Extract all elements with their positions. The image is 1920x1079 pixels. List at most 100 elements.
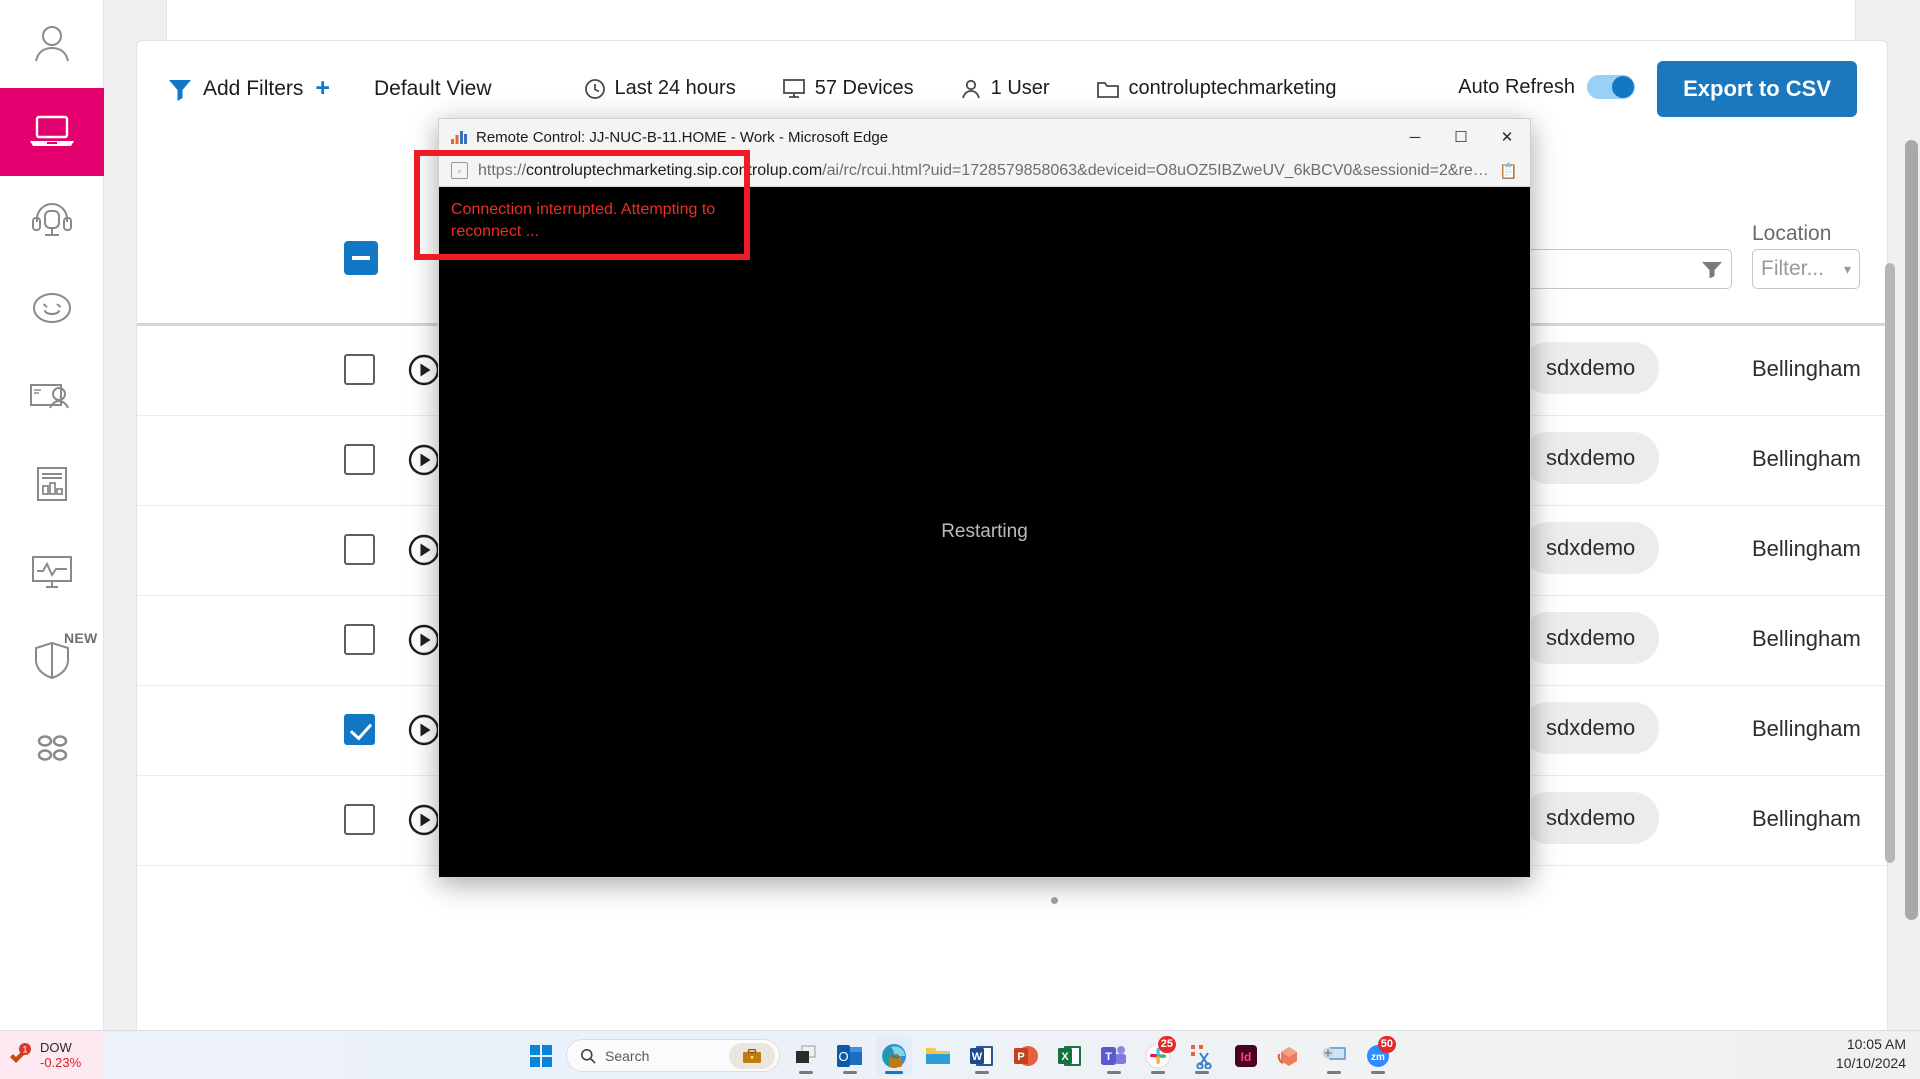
- play-icon[interactable]: [407, 803, 441, 837]
- signal-bars-icon: [451, 130, 467, 144]
- adobe-cube-glyph-icon: [1277, 1046, 1297, 1066]
- powerpoint-icon[interactable]: P: [1008, 1036, 1044, 1076]
- toolbar-chips: Last 24 hours 57 Devices 1 User controlu…: [584, 77, 1337, 100]
- task-view-icon[interactable]: [788, 1036, 824, 1076]
- adobe-icon[interactable]: [1272, 1036, 1308, 1076]
- tag-chip[interactable]: sdxdemo: [1522, 432, 1660, 484]
- remote-control-window[interactable]: Remote Control: JJ-NUC-B-11.HOME - Work …: [438, 118, 1531, 904]
- search-input[interactable]: Search: [566, 1039, 780, 1072]
- export-to-csv-button[interactable]: Export to CSV: [1657, 61, 1857, 117]
- report-icon: [36, 467, 67, 501]
- address-bar[interactable]: ▫ https://controluptechmarketing.sip.con…: [439, 155, 1530, 187]
- slack-icon[interactable]: 25: [1140, 1035, 1176, 1076]
- minimize-button[interactable]: ─: [1392, 119, 1438, 155]
- table-scrollbar[interactable]: [1885, 263, 1895, 863]
- toolbar-chip-devices[interactable]: 57 Devices: [782, 77, 914, 100]
- zoom-icon[interactable]: zm 50: [1360, 1035, 1396, 1076]
- window-title-bar[interactable]: Remote Control: JJ-NUC-B-11.HOME - Work …: [439, 119, 1530, 155]
- sidebar-item-devices[interactable]: [0, 88, 104, 176]
- play-icon[interactable]: [407, 623, 441, 657]
- row-checkbox[interactable]: [344, 354, 375, 385]
- user-icon: [34, 26, 69, 62]
- chevron-down-icon: ▾: [1843, 260, 1851, 277]
- toolbar-chip-org[interactable]: controluptechmarketing: [1096, 77, 1337, 100]
- svg-text:W: W: [972, 1051, 983, 1063]
- location-name: Bellingham: [1752, 536, 1861, 561]
- play-icon[interactable]: [407, 713, 441, 747]
- tag-chip[interactable]: sdxdemo: [1522, 702, 1660, 754]
- outlook-icon[interactable]: O: [832, 1036, 868, 1076]
- tag-chip[interactable]: sdxdemo: [1522, 342, 1660, 394]
- default-view-label[interactable]: Default View: [374, 77, 492, 101]
- sidebar-item-more[interactable]: [0, 704, 104, 792]
- indesign-icon[interactable]: Id: [1228, 1036, 1264, 1076]
- stock-widget[interactable]: 1 DOW -0.23%: [0, 1031, 104, 1079]
- location-name: Bellingham: [1752, 446, 1861, 471]
- remote-cursor: [1051, 897, 1058, 904]
- location-name: Bellingham: [1752, 806, 1861, 831]
- row-checkbox[interactable]: [344, 444, 375, 475]
- tag-chip[interactable]: sdxdemo: [1522, 612, 1660, 664]
- tag-chip[interactable]: sdxdemo: [1522, 522, 1660, 574]
- monitor-icon: [782, 78, 805, 98]
- toolbar-chip-time[interactable]: Last 24 hours: [584, 77, 736, 100]
- file-explorer-icon[interactable]: [920, 1036, 956, 1076]
- svg-text:1: 1: [22, 1044, 27, 1054]
- page-scrollbar-thumb[interactable]: [1905, 140, 1918, 920]
- tag-chip[interactable]: sdxdemo: [1522, 792, 1660, 844]
- play-icon[interactable]: [407, 353, 441, 387]
- running-indicator: [799, 1070, 813, 1074]
- teams-icon[interactable]: T: [1096, 1036, 1132, 1076]
- auto-refresh-toggle[interactable]: [1587, 75, 1635, 99]
- page-scrollbar-track[interactable]: [1902, 0, 1920, 1030]
- folder-glyph-icon: [926, 1047, 950, 1064]
- snipping-tool-icon[interactable]: [1184, 1036, 1220, 1076]
- filter-location[interactable]: Filter... ▾: [1752, 249, 1860, 289]
- briefcase-icon[interactable]: [729, 1043, 775, 1069]
- edge-icon[interactable]: [876, 1035, 912, 1076]
- word-icon[interactable]: W: [964, 1036, 1000, 1076]
- maximize-button[interactable]: ☐: [1438, 119, 1484, 155]
- add-filters-button[interactable]: Add Filters +: [167, 74, 330, 103]
- running-indicator: [1195, 1070, 1209, 1074]
- location-name: Bellingham: [1752, 716, 1861, 741]
- excel-glyph-icon: X: [1058, 1045, 1081, 1066]
- column-header-location[interactable]: Location: [1752, 222, 1831, 246]
- row-checkbox[interactable]: [344, 714, 375, 745]
- toolbar-chip-users-label: 1 User: [990, 77, 1050, 99]
- toolbar-chip-org-label: controluptechmarketing: [1128, 77, 1337, 99]
- window-controls: ─ ☐ ✕: [1392, 119, 1530, 155]
- svg-text:P: P: [1017, 1051, 1024, 1063]
- url-text[interactable]: https://controluptechmarketing.sip.contr…: [478, 162, 1489, 180]
- row-checkbox[interactable]: [344, 534, 375, 565]
- remote-desktop-icon[interactable]: [1316, 1036, 1352, 1076]
- sidebar-item-experience[interactable]: [0, 264, 104, 352]
- close-button[interactable]: ✕: [1484, 119, 1530, 155]
- sidebar-item-monitoring[interactable]: [0, 528, 104, 616]
- stock-widget-text: DOW -0.23%: [40, 1039, 81, 1071]
- copy-url-icon[interactable]: 📋: [1499, 162, 1518, 180]
- snip-glyph-icon: [1191, 1044, 1212, 1069]
- stock-index-label: DOW: [40, 1039, 72, 1055]
- toolbar-chip-users[interactable]: 1 User: [960, 77, 1050, 100]
- page-info-icon[interactable]: ▫: [451, 162, 468, 179]
- sidebar-item-support[interactable]: [0, 176, 104, 264]
- row-checkbox[interactable]: [344, 804, 375, 835]
- window-title: Remote Control: JJ-NUC-B-11.HOME - Work …: [476, 128, 889, 146]
- sidebar-item-accounts[interactable]: [0, 352, 104, 440]
- select-all-checkbox[interactable]: [344, 241, 378, 275]
- row-checkbox[interactable]: [344, 624, 375, 655]
- start-button[interactable]: [524, 1039, 558, 1073]
- windows-logo-icon: [530, 1044, 552, 1067]
- sidebar-item-security[interactable]: NEW: [0, 616, 104, 704]
- person-icon: [961, 79, 980, 98]
- remote-screen[interactable]: Connection interrupted. Attempting to re…: [439, 187, 1530, 904]
- svg-text:T: T: [1105, 1051, 1112, 1063]
- sidebar-item-reports[interactable]: [0, 440, 104, 528]
- sidebar-item-my-session[interactable]: [0, 0, 104, 88]
- play-icon[interactable]: [407, 443, 441, 477]
- excel-icon[interactable]: X: [1052, 1036, 1088, 1076]
- play-icon[interactable]: [407, 533, 441, 567]
- taskbar-clock[interactable]: 10:05 AM 10/10/2024: [1836, 1035, 1906, 1073]
- indesign-glyph-icon: Id: [1235, 1044, 1257, 1067]
